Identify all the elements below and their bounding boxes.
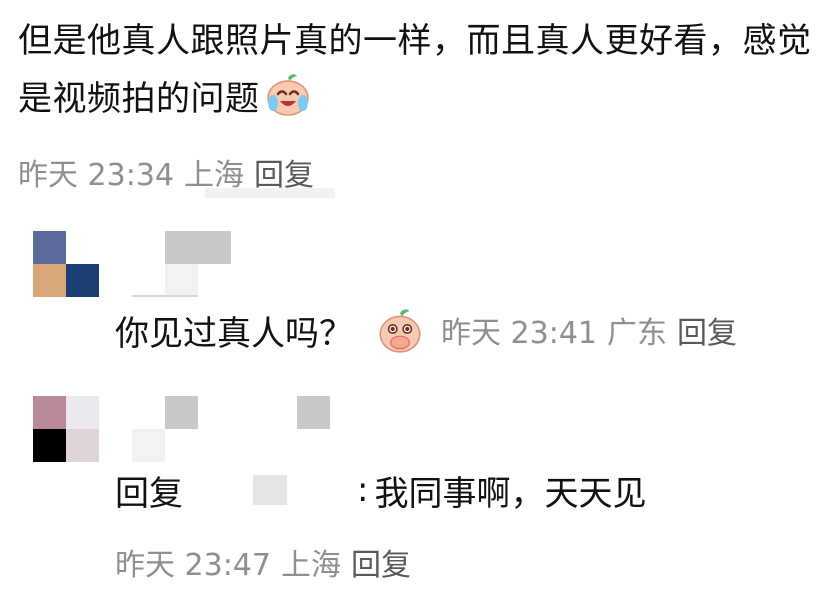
reply-1-body: 你见过真人吗？ bbox=[115, 313, 353, 354]
redacted-region bbox=[132, 295, 198, 297]
redacted-region bbox=[165, 264, 198, 297]
crying-laughing-emoji-icon bbox=[266, 74, 309, 116]
reply-1-meta: 昨天 23:41 广东 回复 bbox=[441, 308, 737, 352]
reply-2-prefix: 回复 bbox=[115, 473, 183, 514]
reply-1-time: 昨天 23:41 bbox=[441, 316, 597, 351]
reply-1-avatar[interactable] bbox=[33, 231, 99, 297]
main-comment-text: 但是他真人跟照片真的一样，而且真人更好看，感觉是视频拍的问题 bbox=[18, 12, 823, 128]
reply-2-reply-button[interactable]: 回复 bbox=[351, 540, 411, 584]
reply-2-location: 上海 bbox=[281, 548, 341, 583]
covering-mouth-emoji-icon bbox=[379, 309, 421, 353]
main-comment-body: 但是他真人跟照片真的一样，而且真人更好看，感觉是视频拍的问题 bbox=[18, 21, 812, 119]
reply-2-colon: : bbox=[357, 470, 369, 510]
redacted-region bbox=[205, 188, 335, 198]
reply-2-time: 昨天 23:47 bbox=[115, 548, 271, 583]
reply-1-username-redacted[interactable] bbox=[165, 231, 231, 264]
reply-2-body: 我同事啊，天天见 bbox=[374, 473, 647, 514]
reply-1-location: 广东 bbox=[607, 316, 667, 351]
reply-1-reply-button[interactable]: 回复 bbox=[677, 308, 737, 352]
reply-1-line: 你见过真人吗？ 昨天 23:41 广东 回复 bbox=[115, 306, 737, 354]
reply-2-meta: 昨天 23:47 上海 回复 bbox=[115, 540, 411, 584]
redacted-region bbox=[297, 396, 330, 429]
reply-2-mention-redacted[interactable] bbox=[253, 475, 287, 505]
reply-2-avatar[interactable] bbox=[33, 396, 99, 462]
redacted-region bbox=[132, 429, 165, 462]
reply-2-line: 回复 : 我同事啊，天天见 bbox=[115, 466, 646, 514]
reply-2-username-redacted[interactable] bbox=[165, 396, 198, 429]
main-comment-time: 昨天 23:34 bbox=[18, 158, 174, 193]
